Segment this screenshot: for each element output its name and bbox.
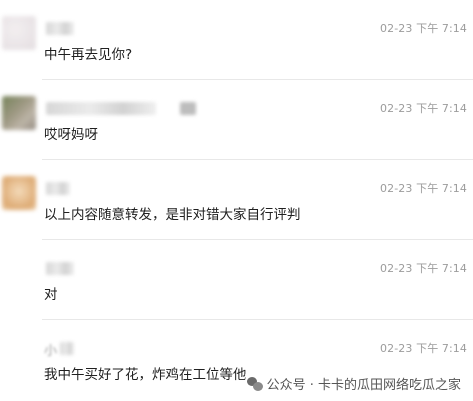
blurred-username[interactable]: [46, 102, 156, 115]
avatar[interactable]: [2, 96, 36, 130]
avatar[interactable]: [2, 16, 36, 50]
comment-time: 02-23 下午 7:14: [380, 182, 467, 195]
comment-list: 02-23 下午 7:14 中午再去见你? 02-23 下午 7:14 哎呀妈呀…: [0, 0, 473, 401]
comment-text: 以上内容随意转发，是非对错大家自行评判: [44, 207, 301, 223]
blurred-badge: [180, 102, 196, 115]
blurred-username[interactable]: [46, 182, 70, 195]
comment-text: 对: [44, 287, 58, 303]
blurred-username[interactable]: [46, 22, 74, 35]
comment-time: 02-23 下午 7:14: [380, 342, 467, 355]
comment-time: 02-23 下午 7:14: [380, 22, 467, 35]
comment-text: 哎呀妈呀: [44, 127, 98, 143]
comment-time: 02-23 下午 7:14: [380, 262, 467, 275]
comment-item: 02-23 下午 7:14 中午再去见你?: [0, 0, 473, 80]
comment-item: 02-23 下午 7:14 对: [0, 240, 473, 320]
comment-item: 02-23 下午 7:14 以上内容随意转发，是非对错大家自行评判: [0, 160, 473, 240]
comment-time: 02-23 下午 7:14: [380, 102, 467, 115]
comment-text: 我中午买好了花，炸鸡在工位等他: [44, 367, 247, 383]
blurred-username[interactable]: [46, 262, 74, 275]
watermark-text: 公众号 · 卡卡的瓜田网络吃瓜之家: [266, 378, 461, 393]
watermark: 公众号 · 卡卡的瓜田网络吃瓜之家: [244, 374, 463, 393]
comment-item: 02-23 下午 7:14 哎呀妈呀: [0, 80, 473, 160]
avatar[interactable]: [2, 176, 36, 210]
wechat-icon: [246, 376, 263, 392]
blurred-username-prefix[interactable]: 小: [44, 340, 57, 359]
comment-text: 中午再去见你?: [44, 47, 133, 63]
blurred-username[interactable]: [60, 342, 74, 355]
